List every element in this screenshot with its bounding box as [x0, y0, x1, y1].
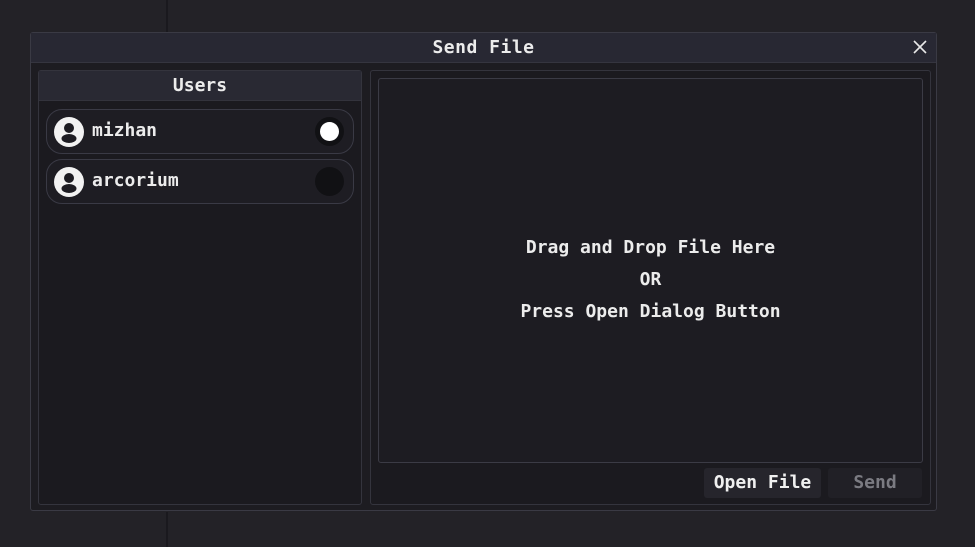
send-panel: Drag and Drop File Here OR Press Open Di…	[370, 70, 931, 505]
background-divider-bottom	[166, 512, 168, 547]
offline-status-indicator	[315, 167, 344, 196]
users-panel: Users mizhan arcorium	[38, 70, 362, 505]
drop-instructions: Drag and Drop File Here OR Press Open Di…	[379, 232, 922, 328]
window-titlebar[interactable]: Send File	[31, 33, 936, 63]
drop-instruction-line-3: Press Open Dialog Button	[520, 301, 781, 322]
user-item-mizhan[interactable]: mizhan	[46, 109, 354, 154]
send-file-window: Send File Users mizhan arcorium Drag and…	[30, 32, 937, 511]
send-button[interactable]: Send	[828, 468, 922, 498]
background-divider-top	[166, 0, 168, 33]
user-item-arcorium[interactable]: arcorium	[46, 159, 354, 204]
online-status-indicator	[315, 117, 344, 146]
user-icon	[54, 167, 84, 197]
file-drop-zone[interactable]: Drag and Drop File Here OR Press Open Di…	[378, 78, 923, 463]
user-name: mizhan	[92, 120, 158, 141]
close-icon[interactable]	[910, 37, 930, 57]
drop-instruction-line-2: OR	[639, 269, 662, 290]
open-file-button[interactable]: Open File	[704, 468, 821, 498]
user-name: arcorium	[92, 170, 179, 191]
window-title: Send File	[432, 37, 535, 58]
user-icon	[54, 117, 84, 147]
drop-instruction-line-1: Drag and Drop File Here	[525, 237, 776, 258]
users-header: Users	[39, 71, 361, 101]
